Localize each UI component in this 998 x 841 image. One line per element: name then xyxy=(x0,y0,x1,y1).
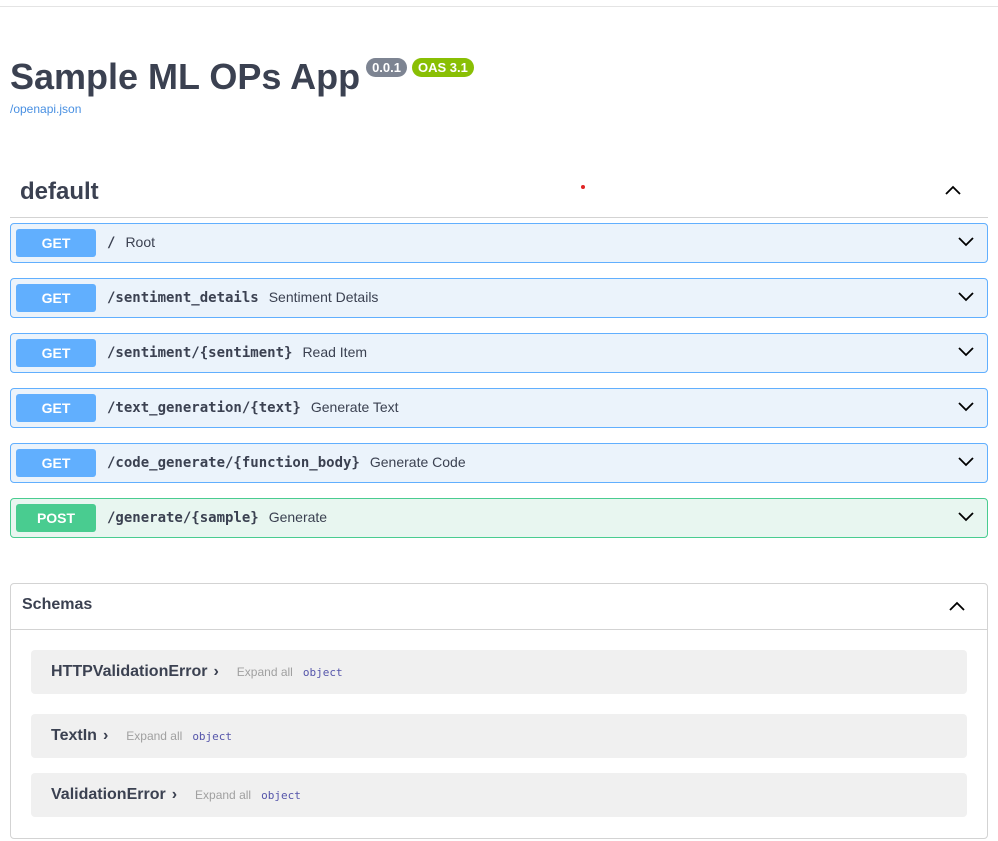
operation-get-text-generation[interactable]: GET /text_generation/{text} Generate Text xyxy=(10,388,988,428)
model-name[interactable]: ValidationError xyxy=(51,786,166,804)
schemas-section: Schemas HTTPValidationError › Expand all… xyxy=(10,583,988,839)
operation-summary: Generate xyxy=(268,509,328,525)
model-name[interactable]: TextIn xyxy=(51,727,97,745)
chevron-up-icon[interactable] xyxy=(948,600,966,612)
operation-path: /sentiment_details xyxy=(107,290,259,306)
chevron-down-icon[interactable] xyxy=(957,291,975,303)
schema-model-validationerror[interactable]: ValidationError › Expand all object xyxy=(31,773,967,817)
operation-get-code-generate[interactable]: GET /code_generate/{function_body} Genera… xyxy=(10,443,988,483)
model-name[interactable]: HTTPValidationError xyxy=(51,663,207,681)
top-divider xyxy=(0,6,998,7)
operation-path: /generate/{sample} xyxy=(107,510,259,526)
operation-path: /text_generation/{text} xyxy=(107,400,301,416)
oas-badge: OAS 3.1 xyxy=(412,58,474,77)
method-badge: GET xyxy=(16,339,96,367)
method-badge: GET xyxy=(16,284,96,312)
operation-path: / xyxy=(107,235,116,251)
schemas-header[interactable]: Schemas xyxy=(11,584,987,630)
openapi-spec-link[interactable]: /openapi.json xyxy=(10,102,81,116)
model-type: object xyxy=(261,788,301,802)
model-type: object xyxy=(192,729,233,743)
expand-all-button[interactable]: Expand all xyxy=(195,788,251,802)
chevron-down-icon[interactable] xyxy=(957,456,975,468)
operation-post-generate[interactable]: POST /generate/{sample} Generate xyxy=(10,498,988,538)
chevron-down-icon[interactable] xyxy=(957,236,975,248)
schema-model-textin[interactable]: TextIn › Expand all object xyxy=(31,714,967,758)
operation-summary: Sentiment Details xyxy=(268,289,379,305)
expand-all-button[interactable]: Expand all xyxy=(126,729,182,743)
chevron-right-icon[interactable]: › xyxy=(103,727,108,745)
operation-get-sentiment-details[interactable]: GET /sentiment_details Sentiment Details xyxy=(10,278,988,318)
method-badge: POST xyxy=(16,504,96,532)
method-badge: GET xyxy=(16,394,96,422)
operation-summary: Root xyxy=(125,234,156,250)
schema-model-httpvalidationerror[interactable]: HTTPValidationError › Expand all object xyxy=(31,650,967,694)
operation-path: /sentiment/{sentiment} xyxy=(107,345,293,361)
expand-all-button[interactable]: Expand all xyxy=(237,665,293,679)
chevron-right-icon[interactable]: › xyxy=(172,786,177,804)
schemas-title: Schemas xyxy=(22,596,93,613)
marker-dot xyxy=(581,185,585,189)
page-title: Sample ML OPs App xyxy=(10,56,361,97)
default-tag-header[interactable]: default xyxy=(10,170,988,218)
api-info: Sample ML OPs App 0.0.1 OAS 3.1 xyxy=(10,56,474,98)
method-badge: GET xyxy=(16,229,96,257)
operation-summary: Read Item xyxy=(302,344,368,360)
operation-path: /code_generate/{function_body} xyxy=(107,455,360,471)
operation-summary: Generate Code xyxy=(369,454,466,470)
tag-title: default xyxy=(20,178,99,205)
chevron-down-icon[interactable] xyxy=(957,346,975,358)
model-type: object xyxy=(302,665,343,679)
chevron-down-icon[interactable] xyxy=(957,401,975,413)
chevron-up-icon[interactable] xyxy=(944,184,962,196)
operation-summary: Generate Text xyxy=(310,399,399,415)
method-badge: GET xyxy=(16,449,96,477)
chevron-down-icon[interactable] xyxy=(957,511,975,523)
version-badge: 0.0.1 xyxy=(366,58,407,77)
chevron-right-icon[interactable]: › xyxy=(213,663,218,681)
operation-get-root[interactable]: GET / Root xyxy=(10,223,988,263)
operation-get-sentiment[interactable]: GET /sentiment/{sentiment} Read Item xyxy=(10,333,988,373)
